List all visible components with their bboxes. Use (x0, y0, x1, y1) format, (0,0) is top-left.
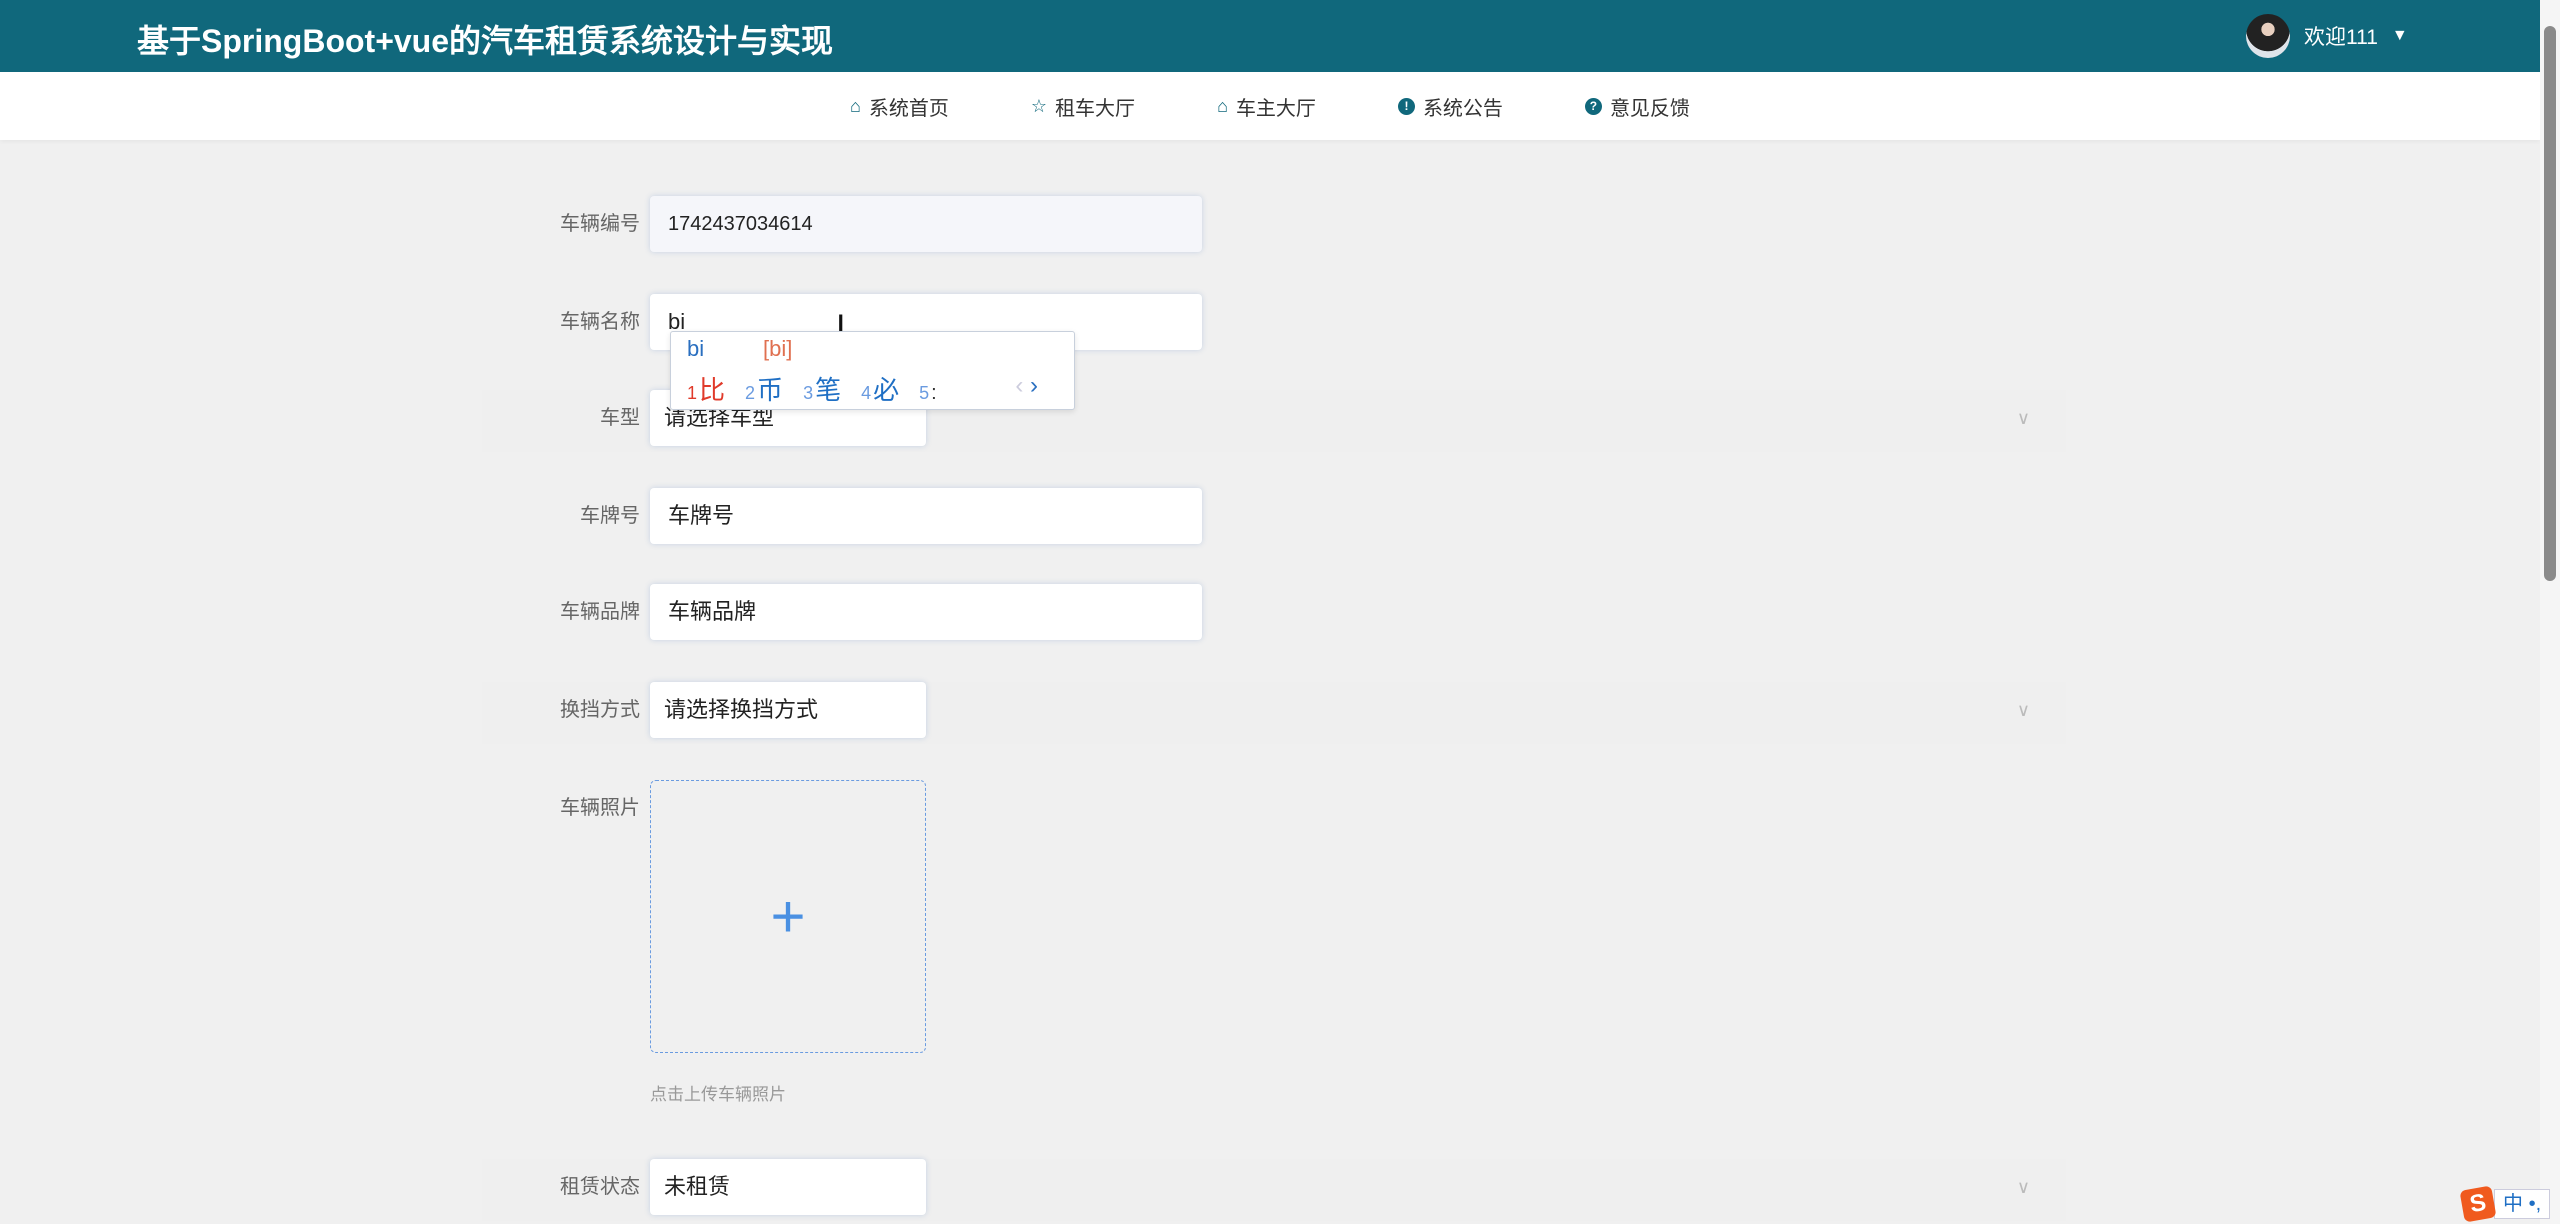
form-row-plate: 车牌号 车牌号 (482, 488, 2066, 550)
ime-candidate-popup: bi [bi] 1比 2币 3笔 4必 5: ‹ › (670, 331, 1075, 410)
app-header: 基于SpringBoot+vue的汽车租赁系统设计与实现 欢迎111 ▼ (0, 0, 2540, 72)
caret-down-icon[interactable]: ▼ (2392, 27, 2408, 45)
field-label: 车辆品牌 (560, 601, 640, 623)
user-menu[interactable]: 欢迎111 ▼ (2246, 14, 2408, 58)
chevron-down-icon[interactable]: ∨ (2017, 390, 2030, 446)
ime-candidates: 1比 2币 3笔 4必 5: (687, 370, 937, 407)
question-circle-icon: ? (1584, 97, 1602, 115)
main-nav: ⌂ 系统首页 ☆ 租车大厅 ⌂ 车主大厅 ! 系统公告 ? 意见反馈 (0, 72, 2540, 140)
field-label: 车型 (600, 407, 640, 429)
field-label: 车牌号 (580, 505, 640, 527)
ime-candidate[interactable]: 2币 (745, 370, 783, 407)
upload-hint: 点击上传车辆照片 (650, 1085, 786, 1104)
nav-notice[interactable]: ! 系统公告 (1397, 92, 1503, 121)
form-row-vehicle-no: 车辆编号 1742437034614 (482, 196, 2066, 258)
photo-upload[interactable]: + (650, 780, 926, 1053)
nav-label: 意见反馈 (1609, 97, 1690, 120)
nav-label: 系统公告 (1422, 97, 1503, 120)
form-row-brand: 车辆品牌 车辆品牌 (482, 584, 2066, 646)
nav-feedback[interactable]: ? 意见反馈 (1584, 92, 1690, 121)
nav-label: 租车大厅 (1055, 97, 1136, 120)
gear-select[interactable]: 请选择换挡方式 (650, 682, 926, 738)
ime-composition: bi (687, 336, 705, 361)
chevron-left-icon[interactable]: ‹ (1015, 372, 1023, 399)
chevron-down-icon[interactable]: ∨ (2017, 1159, 2030, 1215)
field-label: 换挡方式 (560, 699, 640, 721)
chevron-down-icon[interactable]: ∨ (2017, 682, 2030, 738)
ime-candidate[interactable]: 1比 (687, 370, 725, 407)
field-label: 车辆名称 (560, 311, 640, 333)
ime-punct[interactable]: •, (2529, 1193, 2542, 1215)
rent-status-select[interactable]: 未租赁 (650, 1159, 926, 1215)
ime-mode[interactable]: 中 (2503, 1193, 2523, 1215)
ime-pager: ‹ › (1015, 372, 1038, 400)
brand-input[interactable]: 车辆品牌 (650, 584, 1202, 640)
plate-input[interactable]: 车牌号 (650, 488, 1202, 544)
sogou-logo-icon: S (2459, 1185, 2497, 1223)
ime-candidate[interactable]: 3笔 (803, 370, 841, 407)
nav-owner-hall[interactable]: ⌂ 车主大厅 (1217, 92, 1316, 121)
nav-home[interactable]: ⌂ 系统首页 (850, 92, 949, 121)
form-row-gear: 换挡方式 请选择换挡方式 ∨ (482, 682, 2066, 744)
field-label: 车辆编号 (560, 213, 640, 235)
welcome-text: 欢迎111 (2304, 26, 2378, 49)
info-circle-icon: ! (1397, 97, 1415, 115)
page-scrollbar[interactable] (2540, 0, 2560, 1224)
ime-candidate[interactable]: 5: (919, 375, 937, 406)
bag-icon: ⌂ (1217, 95, 1228, 116)
avatar[interactable] (2246, 14, 2290, 58)
field-label: 租赁状态 (560, 1176, 640, 1198)
nav-rent-hall[interactable]: ☆ 租车大厅 (1031, 92, 1135, 121)
chevron-right-icon[interactable]: › (1030, 372, 1038, 399)
nav-label: 车主大厅 (1235, 97, 1316, 120)
star-icon: ☆ (1030, 95, 1048, 116)
scrollbar-thumb[interactable] (2544, 26, 2556, 581)
form-row-rent-status: 租赁状态 未租赁 ∨ (482, 1159, 2066, 1221)
home-icon: ⌂ (850, 95, 861, 116)
ime-candidate[interactable]: 4必 (861, 370, 899, 407)
ime-status-bar[interactable]: S 中 •, (2459, 1185, 2551, 1223)
vehicle-no-input[interactable]: 1742437034614 (650, 196, 1202, 252)
app-title: 基于SpringBoot+vue的汽车租赁系统设计与实现 (137, 23, 834, 59)
field-label: 车辆照片 (560, 797, 640, 819)
plus-icon: + (770, 883, 806, 950)
nav-label: 系统首页 (868, 97, 949, 120)
ime-pinyin: [bi] (763, 336, 793, 361)
